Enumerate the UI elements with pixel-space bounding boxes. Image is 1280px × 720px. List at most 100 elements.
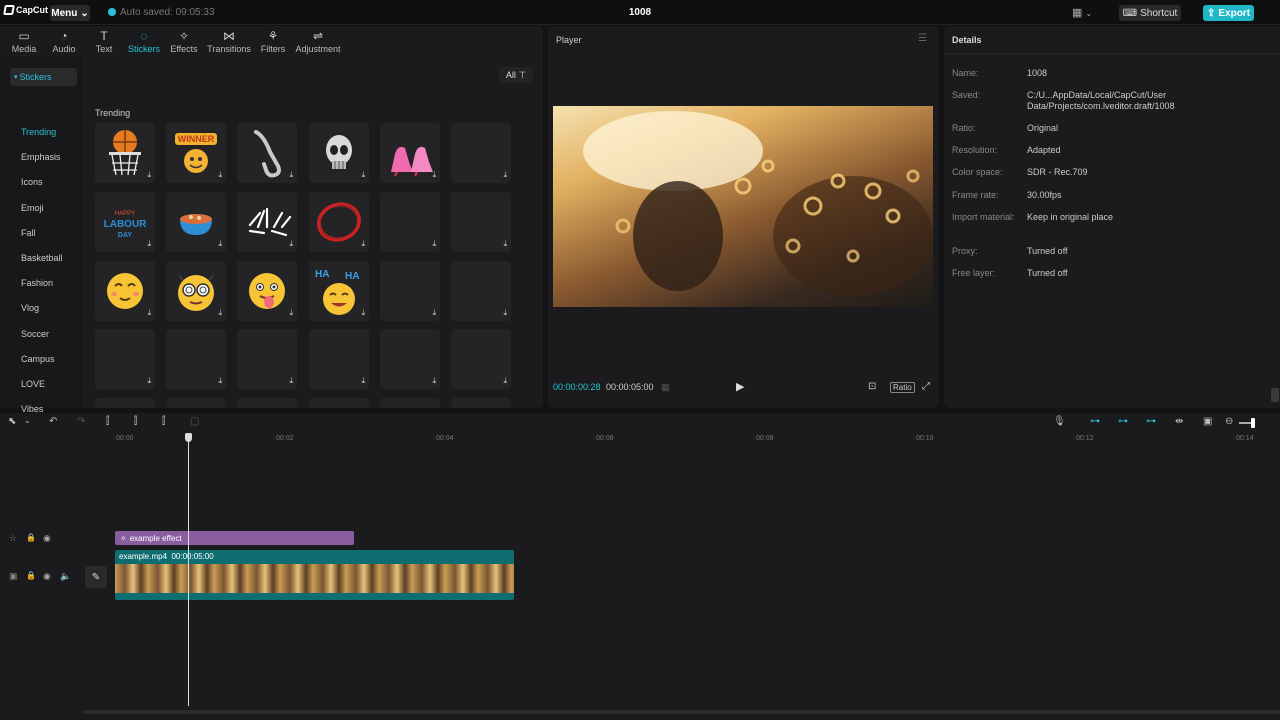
tab-filters[interactable]: ⚘ Filters <box>254 26 292 56</box>
category-trending[interactable]: Trending <box>21 127 56 137</box>
sticker-tile[interactable]: ⤓ <box>309 123 369 183</box>
menu-button[interactable]: Menu ⌄ <box>50 5 90 21</box>
download-icon[interactable]: ⤓ <box>147 308 151 318</box>
download-icon[interactable]: ⤓ <box>289 376 293 386</box>
download-icon[interactable]: ⤓ <box>289 170 293 180</box>
download-icon[interactable]: ⤓ <box>147 239 151 249</box>
download-icon[interactable]: ⤓ <box>432 308 436 318</box>
sticker-tile[interactable] <box>380 398 440 408</box>
download-icon[interactable]: ⤓ <box>361 239 365 249</box>
preview-axis-icon[interactable]: ⇹ <box>1175 416 1183 427</box>
timecode-format-icon[interactable]: ▦ <box>661 382 670 393</box>
split-icon[interactable]: ⫿ <box>106 416 109 427</box>
play-icon[interactable]: ▶ <box>736 380 744 393</box>
download-icon[interactable]: ⤓ <box>361 170 365 180</box>
effect-clip[interactable]: ✧ example effect <box>115 531 354 545</box>
playhead-handle[interactable] <box>185 433 192 442</box>
sticker-tile[interactable] <box>166 398 226 408</box>
sticker-tile[interactable]: ⤓ <box>380 123 440 183</box>
category-icons[interactable]: Icons <box>21 177 43 187</box>
sticker-tile[interactable]: ⤓ <box>451 329 511 389</box>
sticker-tile[interactable] <box>95 398 155 408</box>
sticker-tile[interactable] <box>451 398 511 408</box>
category-vlog[interactable]: Vlog <box>21 303 39 313</box>
category-fashion[interactable]: Fashion <box>21 278 53 288</box>
chevron-down-icon[interactable]: ⌄ <box>24 416 31 425</box>
sticker-tile[interactable]: ⤓ <box>166 261 226 321</box>
sticker-tile[interactable]: ⤓ <box>380 192 440 252</box>
speaker-icon[interactable]: 🔈 <box>60 571 71 582</box>
sticker-tile[interactable]: ⤓ <box>451 192 511 252</box>
timeline-ruler[interactable]: 00:00 00:02 00:04 00:06 00:08 00:10 00:12 00:14 <box>82 433 1280 447</box>
download-icon[interactable]: ⤓ <box>147 170 151 180</box>
sticker-tile[interactable]: ⤓ <box>380 261 440 321</box>
tab-effects[interactable]: ✧ Effects <box>164 26 204 56</box>
category-soccer[interactable]: Soccer <box>21 329 49 339</box>
split-right-icon[interactable]: ⫿ <box>162 416 165 427</box>
video-clip[interactable]: example.mp4 00:00:05:00 <box>115 550 514 600</box>
sticker-tile[interactable]: ⤓ <box>166 192 226 252</box>
download-icon[interactable]: ⤓ <box>289 308 293 318</box>
sticker-tile[interactable]: ⤓ <box>237 261 297 321</box>
timeline-scrollbar[interactable] <box>82 710 1280 714</box>
main-track-magnet-icon[interactable]: ⊶ <box>1090 416 1100 427</box>
shortcut-button[interactable]: ⌨ Shortcut <box>1119 5 1181 21</box>
details-scrollbar[interactable] <box>1271 388 1279 402</box>
video-preview[interactable] <box>553 106 933 307</box>
download-icon[interactable]: ⤓ <box>218 239 222 249</box>
sticker-tile[interactable]: ⤓ <box>451 261 511 321</box>
select-cursor-icon[interactable]: ⬉ <box>8 416 16 427</box>
download-icon[interactable]: ⤓ <box>432 376 436 386</box>
category-emphasis[interactable]: Emphasis <box>21 152 61 162</box>
tab-adjustment[interactable]: ⇌ Adjustment <box>292 26 344 56</box>
sticker-tile[interactable]: ⤓ <box>166 329 226 389</box>
download-icon[interactable]: ⤓ <box>147 376 151 386</box>
download-icon[interactable]: ⤓ <box>361 308 365 318</box>
sticker-tile[interactable]: ⤓ <box>95 123 155 183</box>
layout-button[interactable]: ▦ ⌄ <box>1072 6 1092 19</box>
tab-transitions[interactable]: ⋈ Transitions <box>204 26 254 56</box>
sticker-tile[interactable]: HA HA ⤓ <box>309 261 369 321</box>
tab-stickers[interactable]: ◌ Stickers <box>124 26 164 56</box>
edit-cover-button[interactable]: ✎ <box>85 566 107 588</box>
sticker-tile[interactable] <box>309 398 369 408</box>
category-emoji[interactable]: Emoji <box>21 203 44 213</box>
tab-audio[interactable]: ◔ Audio <box>44 26 84 56</box>
eye-icon[interactable]: ◉ <box>43 571 51 582</box>
sticker-tile[interactable] <box>237 398 297 408</box>
download-icon[interactable]: ⤓ <box>503 170 507 180</box>
zoom-slider-handle[interactable] <box>1251 418 1255 428</box>
lock-icon[interactable]: 🔒 <box>26 571 36 580</box>
sticker-tile[interactable]: HAPPY LABOUR DAY ⤓ <box>95 192 155 252</box>
sticker-tile[interactable]: ⤓ <box>237 192 297 252</box>
zoom-out-icon[interactable]: ⊖ <box>1225 416 1233 427</box>
sticker-tile[interactable]: ⤓ <box>451 123 511 183</box>
stickers-category-header[interactable]: ▾ Stickers <box>10 68 77 86</box>
download-icon[interactable]: ⤓ <box>218 376 222 386</box>
download-icon[interactable]: ⤓ <box>289 239 293 249</box>
hamburger-menu-icon[interactable]: ☰ <box>918 33 927 44</box>
playhead[interactable] <box>188 433 189 706</box>
category-fall[interactable]: Fall <box>21 228 36 238</box>
download-icon[interactable]: ⤓ <box>361 376 365 386</box>
fit-frame-icon[interactable]: ⊡ <box>868 381 876 392</box>
download-icon[interactable]: ⤓ <box>503 308 507 318</box>
tab-media[interactable]: ▭ Media <box>4 26 44 56</box>
sticker-tile[interactable]: ⤓ <box>237 329 297 389</box>
export-button[interactable]: ⇪ Export <box>1203 5 1254 21</box>
eye-icon[interactable]: ◉ <box>43 533 51 544</box>
microphone-icon[interactable]: 🎙 <box>1053 416 1066 427</box>
sticker-tile[interactable]: ⤓ <box>95 261 155 321</box>
filter-all-button[interactable]: All ⊤ <box>499 67 533 83</box>
split-left-icon[interactable]: ⫿ <box>134 416 137 427</box>
download-icon[interactable]: ⤓ <box>503 376 507 386</box>
download-icon[interactable]: ⤓ <box>218 170 222 180</box>
tab-text[interactable]: T Text <box>84 26 124 56</box>
sticker-tile[interactable]: ⤓ <box>309 329 369 389</box>
undo-icon[interactable]: ↶ <box>49 416 57 427</box>
download-icon[interactable]: ⤓ <box>218 308 222 318</box>
sticker-tile[interactable]: WINNER ⤓ <box>166 123 226 183</box>
fullscreen-icon[interactable]: ⤢ <box>922 381 930 392</box>
redo-icon[interactable]: ↷ <box>77 416 85 427</box>
download-icon[interactable]: ⤓ <box>432 170 436 180</box>
